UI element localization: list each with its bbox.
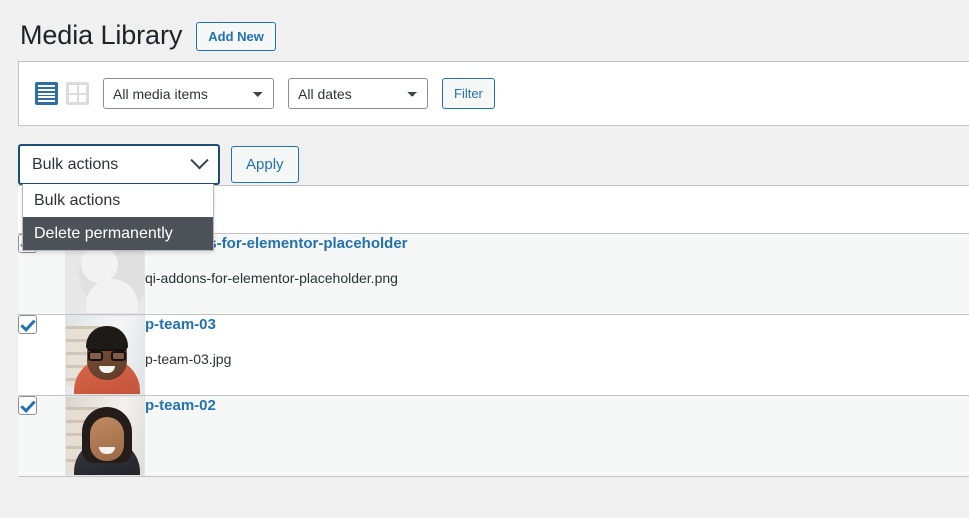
row-thumbnail-cell: [65, 314, 145, 396]
view-mode-switcher: [35, 82, 89, 105]
media-thumbnail[interactable]: [65, 315, 145, 395]
bulk-actions-dropdown[interactable]: Bulk actions Delete permanently: [22, 184, 214, 251]
bulk-actions-select-wrap: Bulk actions Bulk actions Delete permane…: [18, 144, 220, 251]
row-title-cell: p-team-03 p-team-03.jpg: [145, 314, 969, 396]
bulk-actions-bar: Bulk actions Bulk actions Delete permane…: [18, 144, 969, 251]
media-filename: p-team-03.jpg: [145, 350, 232, 367]
chevron-down-icon: [190, 151, 209, 170]
bulk-actions-option-delete-permanently[interactable]: Delete permanently: [23, 217, 213, 250]
media-title-link[interactable]: p-team-03: [145, 315, 216, 335]
table-body: qi-addons-for-elementor-placeholder qi-a…: [18, 233, 969, 477]
list-view-icon[interactable]: [35, 82, 58, 105]
date-filter-select[interactable]: All dates: [288, 78, 428, 109]
media-filename: qi-addons-for-elementor-placeholder.png: [145, 269, 398, 286]
row-title-cell: p-team-02: [145, 395, 969, 477]
row-checkbox-cell[interactable]: [18, 314, 65, 396]
row-checkbox[interactable]: [18, 315, 37, 334]
media-title-link[interactable]: p-team-02: [145, 396, 216, 416]
bulk-actions-select[interactable]: Bulk actions: [18, 144, 220, 185]
page-title: Media Library: [20, 20, 183, 51]
header-title-cell: [145, 185, 969, 234]
row-thumbnail-cell: [65, 395, 145, 477]
media-type-filter-select[interactable]: All media items: [103, 78, 274, 109]
media-thumbnail[interactable]: [65, 396, 145, 476]
page-header: Media Library Add New: [0, 0, 969, 54]
apply-button[interactable]: Apply: [231, 146, 299, 183]
row-title-cell: qi-addons-for-elementor-placeholder qi-a…: [145, 233, 969, 315]
table-row[interactable]: p-team-03 p-team-03.jpg: [18, 314, 969, 396]
bulk-actions-option-none[interactable]: Bulk actions: [23, 184, 213, 217]
filter-button[interactable]: Filter: [442, 78, 495, 109]
media-toolbar: All media items All dates Filter: [18, 61, 969, 126]
row-checkbox[interactable]: [18, 396, 37, 415]
bulk-actions-selected-label: Bulk actions: [32, 155, 119, 173]
grid-view-icon[interactable]: [66, 82, 89, 105]
add-new-button[interactable]: Add New: [196, 21, 276, 51]
table-row[interactable]: p-team-02: [18, 395, 969, 477]
row-checkbox-cell[interactable]: [18, 395, 65, 477]
